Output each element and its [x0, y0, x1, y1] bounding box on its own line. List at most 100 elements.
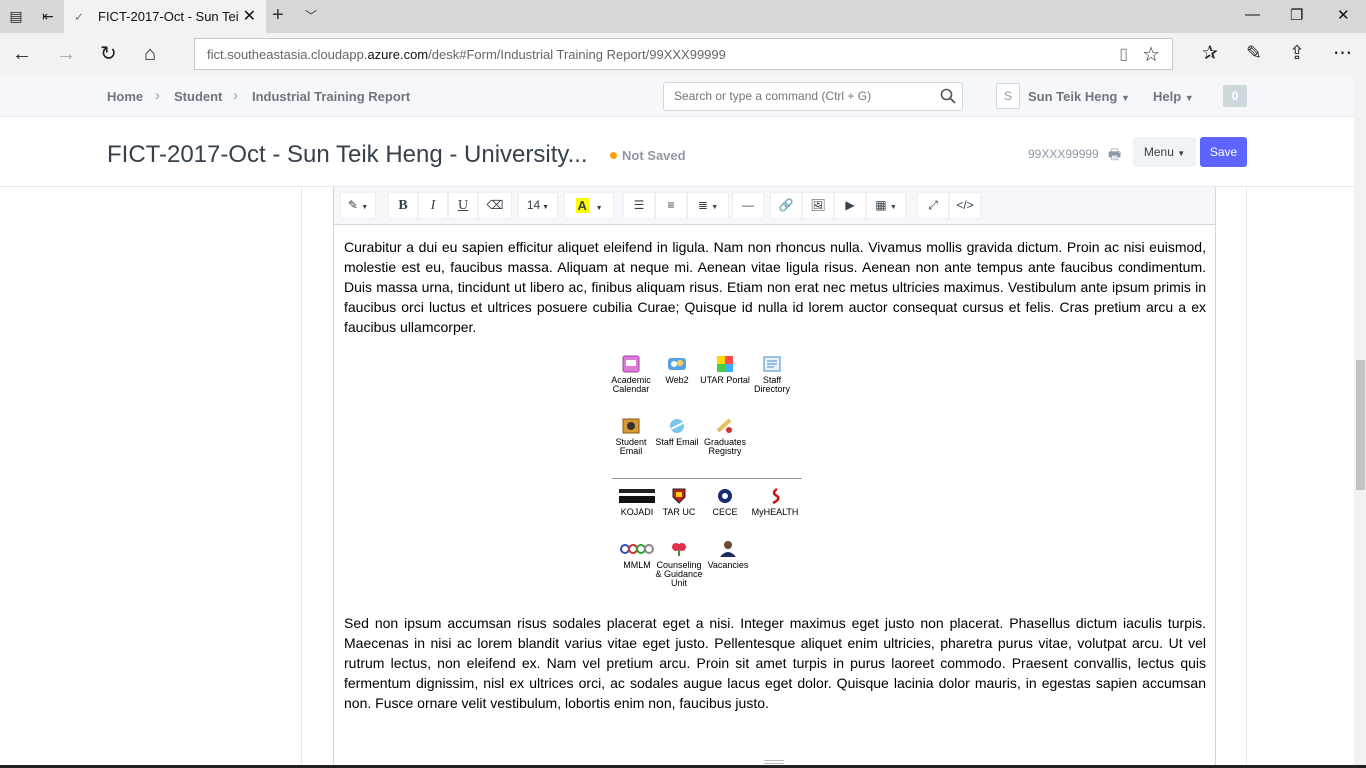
kojadi-logo-icon: [619, 489, 655, 503]
form-sidebar: [107, 187, 302, 768]
image-icon[interactable]: 🖼: [802, 192, 834, 219]
home-icon[interactable]: ⌂: [144, 43, 156, 65]
favorites-hub-icon[interactable]: ✰: [1202, 42, 1218, 65]
editor-content[interactable]: Curabitur a dui eu sapien efficitur aliq…: [344, 237, 1206, 337]
font-size-dropdown[interactable]: 14 ▼: [518, 192, 558, 219]
paragraph-1: Curabitur a dui eu sapien efficitur aliq…: [344, 239, 1206, 335]
counseling-link[interactable]: Counseling & Guidance Unit: [654, 540, 704, 588]
set-tabs-aside-icon[interactable]: ⇤: [40, 8, 56, 24]
share-icon[interactable]: ⇪: [1289, 42, 1305, 65]
window-close-icon[interactable]: ✕: [1337, 6, 1350, 24]
browser-tab[interactable]: ✓ FICT-2017-Oct - Sun Tei ✕: [64, 0, 266, 33]
tab-manager-icon[interactable]: ▤: [8, 8, 24, 24]
status-dot-icon: [610, 152, 617, 159]
email-icon: [670, 419, 684, 433]
save-button[interactable]: Save: [1200, 137, 1247, 167]
mmlm-logo-icon: [620, 544, 654, 554]
link-icon[interactable]: 🔗: [770, 192, 802, 219]
refresh-icon[interactable]: ↻: [100, 43, 117, 65]
email-icon: [622, 418, 640, 434]
vacancies-link[interactable]: Vacancies: [703, 540, 753, 570]
app-navbar: Home › Student › Industrial Training Rep…: [0, 77, 1366, 117]
italic-button[interactable]: I: [418, 192, 448, 219]
menu-label: Menu: [1143, 145, 1174, 159]
underline-button[interactable]: U: [448, 192, 478, 219]
align-dropdown[interactable]: ≣ ▼: [687, 192, 729, 219]
diploma-icon: [716, 418, 732, 433]
notification-badge[interactable]: 0: [1223, 85, 1247, 107]
calendar-icon: [622, 355, 640, 373]
resize-handle[interactable]: [764, 760, 784, 764]
style-dropdown[interactable]: ✎ ▼: [340, 192, 376, 219]
scrollbar-thumb[interactable]: [1356, 360, 1365, 490]
myhealth-link[interactable]: MyHEALTH: [750, 487, 800, 517]
staff-email-link[interactable]: Staff Email: [652, 417, 702, 447]
editor-content-2[interactable]: Sed non ipsum accumsan risus sodales pla…: [344, 613, 1206, 713]
status-indicator: Not Saved: [610, 148, 686, 163]
editor-toolbar: ✎ ▼ B I U ⌫ 14 ▼ A ▼ ☰ ≡ ≣ ▼ — 🔗 🖼 ▶ ▦ ▼…: [334, 187, 1215, 225]
academic-calendar-link[interactable]: Academic Calendar: [606, 355, 656, 394]
tab-close-icon[interactable]: ✕: [243, 6, 256, 26]
print-icon[interactable]: 🖶: [1108, 144, 1121, 168]
web-note-icon[interactable]: ✎: [1246, 42, 1262, 65]
avatar[interactable]: S: [996, 83, 1020, 109]
divider: [612, 478, 802, 479]
status-text: Not Saved: [622, 148, 686, 163]
health-icon: [772, 487, 780, 505]
breadcrumb-home[interactable]: Home: [107, 89, 143, 104]
search-input[interactable]: [674, 89, 934, 103]
tar-uc-link[interactable]: TAR UC: [654, 487, 704, 517]
staff-directory-link[interactable]: Staff Directory: [747, 355, 797, 394]
code-view-icon[interactable]: </>: [949, 192, 981, 219]
table-dropdown[interactable]: ▦ ▼: [866, 192, 906, 219]
portal-icon: [717, 356, 733, 372]
menu-button[interactable]: Menu ▼: [1133, 137, 1196, 167]
font-size-value: 14: [526, 198, 541, 212]
browser-tab-bar: ▤ ⇤ ✓ FICT-2017-Oct - Sun Tei ✕ + ﹀ — ❐ …: [0, 0, 1366, 33]
numbered-list-icon[interactable]: ≡: [655, 192, 687, 219]
caret-down-icon: ▼: [1184, 93, 1194, 103]
more-icon[interactable]: ⋯: [1333, 42, 1352, 65]
favorite-star-icon[interactable]: ☆: [1142, 42, 1160, 67]
student-email-link[interactable]: Student Email: [606, 417, 656, 456]
caret-down-icon: ▼: [1177, 149, 1186, 158]
align-left-icon: ≣: [697, 198, 708, 212]
new-tab-icon[interactable]: +: [272, 4, 284, 27]
embedded-links-image: Academic Calendar Web2 UTAR Portal Staff…: [611, 355, 802, 595]
page-title: FICT-2017-Oct - Sun Teik Heng - Universi…: [107, 141, 588, 168]
fullscreen-icon[interactable]: ⤢: [917, 192, 949, 219]
page-scrollbar[interactable]: [1354, 77, 1366, 768]
caret-down-icon: ▼: [1120, 93, 1130, 103]
minimize-icon[interactable]: —: [1245, 6, 1260, 23]
restore-icon[interactable]: ❐: [1290, 6, 1303, 24]
user-name: Sun Teik Heng: [1028, 89, 1118, 104]
breadcrumb-chevron-icon: ›: [155, 87, 160, 104]
video-icon[interactable]: ▶: [834, 192, 866, 219]
breadcrumb-doctype[interactable]: Industrial Training Report: [252, 89, 410, 104]
eraser-icon[interactable]: ⌫: [478, 192, 512, 219]
help-dropdown[interactable]: Help ▼: [1153, 89, 1194, 104]
reading-view-icon[interactable]: ▯: [1119, 44, 1128, 64]
browser-nav-bar: ← → ↻ ⌂ fict.southeastasia.cloudapp.azur…: [0, 33, 1366, 77]
tab-preview-chevron-icon[interactable]: ﹀: [305, 7, 317, 24]
user-dropdown[interactable]: Sun Teik Heng ▼: [1028, 89, 1130, 104]
back-icon[interactable]: ←: [12, 43, 32, 65]
search-icon[interactable]: [940, 88, 956, 104]
layout-divider: [1246, 187, 1247, 768]
horizontal-rule-icon[interactable]: —: [732, 192, 764, 219]
tab-favicon-icon: ✓: [74, 10, 85, 24]
text-color-button[interactable]: A ▼: [564, 192, 614, 219]
forward-icon[interactable]: →: [56, 43, 76, 65]
directory-icon: [763, 356, 781, 372]
utar-portal-link[interactable]: UTAR Portal: [700, 355, 750, 385]
bold-button[interactable]: B: [388, 192, 418, 219]
breadcrumb-chevron-icon: ›: [233, 87, 238, 104]
web2-link[interactable]: Web2: [652, 355, 702, 385]
graduates-registry-link[interactable]: Graduates Registry: [700, 417, 750, 456]
paragraph-2: Sed non ipsum accumsan risus sodales pla…: [344, 615, 1206, 711]
address-bar[interactable]: fict.southeastasia.cloudapp.azure.com/de…: [194, 38, 1173, 70]
bullet-list-icon[interactable]: ☰: [623, 192, 655, 219]
cece-link[interactable]: CECE: [700, 487, 750, 517]
breadcrumb-student[interactable]: Student: [174, 89, 222, 104]
table-icon: ▦: [875, 198, 887, 212]
